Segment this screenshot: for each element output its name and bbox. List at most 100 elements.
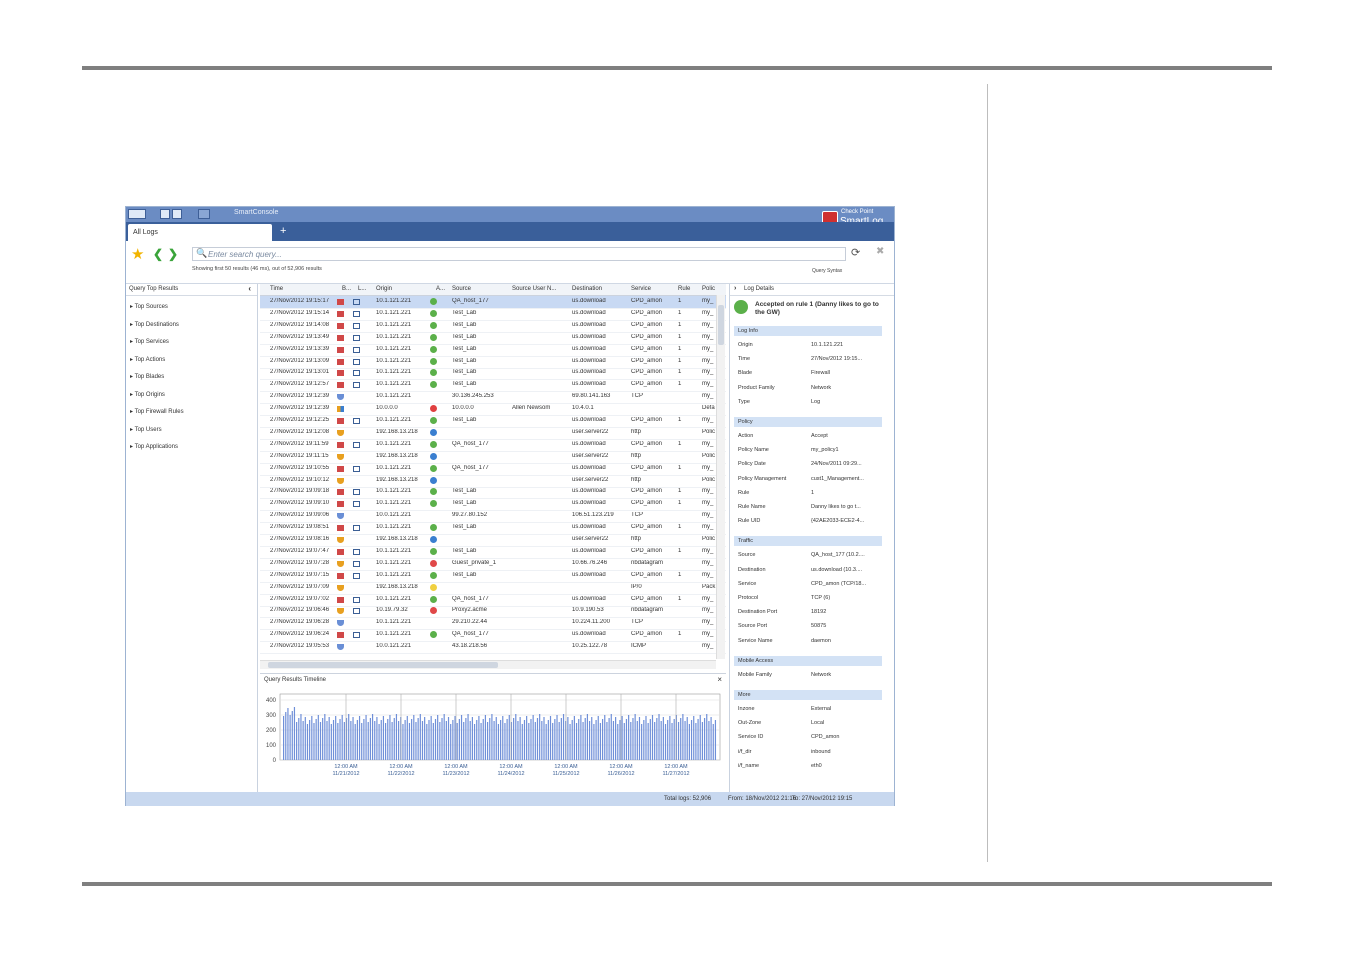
refresh-icon[interactable]: ⟳ (851, 246, 860, 259)
col-policy[interactable]: Polic (702, 286, 715, 292)
top-results-label: Top Applications (134, 444, 178, 450)
grid-vertical-scrollbar[interactable] (716, 295, 725, 659)
search-input[interactable]: 🔍 Enter search query... (192, 247, 846, 261)
detail-key: Rule UID (738, 518, 761, 525)
layout-grid-button[interactable] (160, 209, 170, 219)
col-destination[interactable]: Destination (572, 286, 602, 292)
details-section-header[interactable]: Mobile Access (734, 655, 882, 666)
timeline-bar (690, 720, 693, 760)
detail-key: i/f_name (738, 762, 760, 769)
action-icon (430, 381, 437, 389)
top-results-item[interactable]: ▸ Top Origins (130, 391, 165, 398)
scroll-thumb[interactable] (268, 662, 498, 668)
collapse-panel-icon[interactable]: ‹ (248, 284, 251, 293)
col-source-user[interactable]: Source User N... (512, 286, 556, 292)
timeline-bar (530, 719, 532, 760)
blade-icon (337, 644, 344, 651)
cell-time: 27/Nov/2012 19:07:02 (270, 595, 330, 602)
cell-dest: us.download (572, 547, 606, 554)
timeline-bar (615, 717, 617, 760)
col-source[interactable]: Source (452, 286, 471, 292)
timeline-panel: Query Results Timeline × 400 300 200 100 0 12… (260, 673, 726, 792)
timeline-bar (677, 722, 680, 760)
cell-service: CPD_amon (631, 571, 663, 578)
cell-dest: user.server22 (572, 476, 609, 483)
add-tab-button[interactable]: + (280, 225, 286, 237)
cell-origin: 10.1.121.221 (376, 571, 412, 578)
x-tick-label: 12:00 AM (499, 764, 523, 770)
app-menu-button[interactable] (128, 209, 146, 219)
col-time[interactable]: Time (270, 286, 283, 292)
timeline-bar (699, 715, 701, 760)
cell-origin: 10.0.121.221 (376, 643, 412, 650)
search-icon: 🔍 (196, 248, 208, 258)
grid-horizontal-scrollbar[interactable] (260, 660, 716, 669)
top-results-item[interactable]: ▸ Top Users (130, 426, 162, 433)
top-results-item[interactable]: ▸ Top Firewall Rules (130, 408, 184, 415)
detail-key: Service ID (738, 734, 764, 741)
timeline-chart[interactable]: 400300200100012:00 AM11/21/201212:00 AM1… (260, 686, 726, 792)
table-row[interactable]: 27/Nov/2012 19:05:53 10.0.121.221 43.18.21… (260, 641, 726, 655)
detail-value: QA_host_177 (10.2.... (811, 552, 865, 559)
log-type-icon (353, 501, 360, 508)
timeline-bar (573, 716, 575, 760)
cell-origin: 192.168.13.218 (376, 583, 418, 590)
timeline-bar (673, 719, 675, 760)
layout-list-button[interactable] (172, 209, 182, 219)
action-icon (430, 631, 437, 639)
action-icon (430, 500, 437, 508)
top-results-item[interactable]: ▸ Top Applications (130, 443, 178, 450)
top-results-item[interactable]: ▸ Top Destinations (130, 321, 179, 328)
details-section-header[interactable]: Log Info (734, 326, 882, 336)
cell-rule: 1 (678, 595, 682, 602)
cell-time: 27/Nov/2012 19:07:47 (270, 547, 330, 554)
details-section-header[interactable]: Traffic (734, 536, 882, 547)
action-icon (430, 417, 437, 424)
query-syntax-link[interactable]: Query Syntax (812, 268, 842, 274)
tab-all-logs[interactable]: All Logs (128, 224, 272, 241)
cell-origin: 10.1.121.221 (376, 298, 412, 304)
favorites-star-icon[interactable]: ★ (131, 245, 144, 263)
timeline-bar (404, 720, 406, 760)
timeline-bar (376, 717, 378, 760)
col-blade[interactable]: B... (342, 286, 351, 292)
top-results-item[interactable]: ▸ Top Blades (130, 373, 164, 380)
col-rule[interactable]: Rule (678, 286, 690, 292)
timeline-bar (541, 721, 543, 760)
timeline-bar (480, 723, 482, 760)
timeline-bar (693, 716, 695, 760)
timeline-bar (439, 722, 441, 760)
scroll-thumb[interactable] (718, 305, 724, 345)
y-tick-label: 0 (273, 758, 277, 764)
col-action[interactable]: A... (436, 286, 445, 292)
timeline-bar (343, 722, 345, 760)
col-service[interactable]: Service (631, 286, 651, 292)
back-arrow-icon[interactable]: ❮ (153, 247, 163, 261)
close-icon[interactable]: × (717, 675, 722, 684)
clear-query-icon[interactable]: ✖ (876, 246, 884, 257)
cell-time: 27/Nov/2012 19:12:39 (270, 405, 330, 412)
cell-time: 27/Nov/2012 19:10:12 (270, 476, 330, 483)
top-results-label: Top Actions (134, 356, 166, 363)
timeline-bar (335, 716, 337, 760)
col-origin[interactable]: Origin (376, 286, 392, 292)
top-results-item[interactable]: ▸ Top Services (130, 338, 169, 345)
cell-origin: 10.0.121.221 (376, 512, 412, 519)
col-log-type[interactable]: L... (358, 286, 366, 292)
smartconsole-menu[interactable]: SmartConsole (234, 209, 278, 216)
abc-button[interactable] (198, 209, 210, 219)
forward-arrow-icon[interactable]: ❯ (168, 247, 178, 261)
top-results-item[interactable]: ▸ Top Sources (130, 303, 168, 310)
blade-icon (337, 429, 344, 436)
expand-chevron-icon[interactable]: › (734, 285, 736, 292)
x-tick-label: 11/27/2012 (662, 771, 689, 777)
cell-source: Test_Lab (452, 524, 477, 531)
blade-icon (337, 620, 344, 627)
cell-time: 27/Nov/2012 19:07:15 (270, 571, 330, 578)
timeline-bar (604, 715, 606, 760)
top-results-item[interactable]: ▸ Top Actions (130, 356, 165, 363)
timeline-bar (287, 708, 289, 760)
details-section-header[interactable]: Policy (734, 417, 882, 427)
cell-service: IP/0 (631, 583, 642, 590)
details-section-header[interactable]: More (734, 690, 882, 700)
